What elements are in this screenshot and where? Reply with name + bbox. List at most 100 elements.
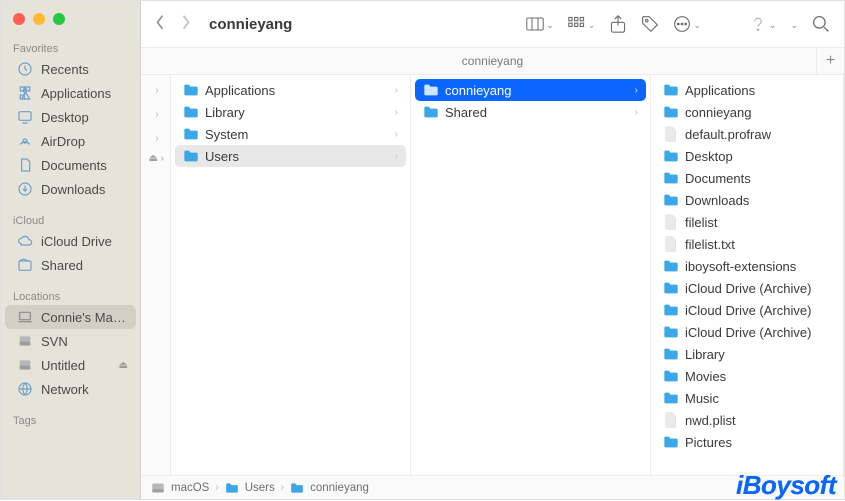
folder-icon (663, 82, 679, 98)
file-label: iCloud Drive (Archive) (685, 325, 811, 340)
file-label: Library (205, 105, 245, 120)
file-row[interactable]: nwd.plist (655, 409, 839, 431)
file-label: Users (205, 149, 239, 164)
sidebar-item-label: Connie's Ma… (41, 310, 128, 325)
file-row[interactable]: iCloud Drive (Archive) (655, 277, 839, 299)
chevron-down-icon: ⌄ (693, 20, 701, 31)
file-row[interactable]: filelist (655, 211, 839, 233)
folder-icon (183, 148, 199, 164)
back-button[interactable] (155, 14, 165, 34)
chevron-right-icon[interactable]: › (148, 81, 166, 99)
file-row[interactable]: iCloud Drive (Archive) (655, 299, 839, 321)
sidebar-item-icloud-drive[interactable]: iCloud Drive (5, 229, 136, 253)
sidebar-item-label: SVN (41, 334, 128, 349)
folder-icon (183, 82, 199, 98)
sidebar-item-applications[interactable]: Applications (5, 81, 136, 105)
sidebar-item-airdrop[interactable]: AirDrop (5, 129, 136, 153)
sidebar-section-title: Tags (1, 411, 140, 429)
help-button[interactable]: ⌄ (749, 15, 777, 33)
folder-icon (663, 346, 679, 362)
file-row[interactable]: Library (655, 343, 839, 365)
file-row[interactable]: Music (655, 387, 839, 409)
file-row[interactable]: connieyang› (415, 79, 646, 101)
sidebar-item-shared[interactable]: Shared (5, 253, 136, 277)
file-row[interactable]: filelist.txt (655, 233, 839, 255)
new-tab-button[interactable]: + (816, 47, 844, 75)
minimize-window-button[interactable] (33, 13, 45, 25)
network-icon (17, 381, 33, 397)
main-area: connieyang ⌄ ⌄ (141, 1, 844, 499)
actions-button[interactable]: ⌄ (673, 15, 701, 33)
sidebar-item-desktop[interactable]: Desktop (5, 105, 136, 129)
applications-icon (17, 85, 33, 101)
sidebar-item-recents[interactable]: Recents (5, 57, 136, 81)
file-row[interactable]: Documents (655, 167, 839, 189)
file-label: filelist.txt (685, 237, 735, 252)
folder-icon (663, 324, 679, 340)
sidebar-section-title: iCloud (1, 211, 140, 229)
path-segment[interactable]: connieyang (310, 482, 369, 494)
zoom-window-button[interactable] (53, 13, 65, 25)
file-row[interactable]: Movies (655, 365, 839, 387)
sidebar-item-downloads[interactable]: Downloads (5, 177, 136, 201)
file-row[interactable]: Applications› (175, 79, 406, 101)
path-segment[interactable]: Users (245, 482, 275, 494)
file-row[interactable]: Desktop (655, 145, 839, 167)
file-label: Applications (685, 83, 755, 98)
folder-icon (663, 280, 679, 296)
share-button[interactable] (609, 15, 627, 33)
sidebar-item-connie-s-ma-[interactable]: Connie's Ma… (5, 305, 136, 329)
file-row[interactable]: default.profraw (655, 123, 839, 145)
file-label: iCloud Drive (Archive) (685, 281, 811, 296)
sidebar-item-documents[interactable]: Documents (5, 153, 136, 177)
file-row[interactable]: Applications (655, 79, 839, 101)
file-label: iboysoft-extensions (685, 259, 796, 274)
chevron-right-icon[interactable]: › (148, 129, 166, 147)
sidebar-item-network[interactable]: Network (5, 377, 136, 401)
sidebar-item-svn[interactable]: SVN (5, 329, 136, 353)
file-icon (663, 126, 679, 142)
tab-bar: connieyang + (141, 47, 844, 75)
sidebar-item-label: Applications (41, 86, 128, 101)
file-row[interactable]: Library› (175, 101, 406, 123)
window-controls (1, 9, 140, 39)
tab-title[interactable]: connieyang (141, 54, 844, 68)
file-row[interactable]: iCloud Drive (Archive) (655, 321, 839, 343)
chevron-down-button[interactable]: ⌄ (790, 19, 798, 30)
file-row[interactable]: Downloads (655, 189, 839, 211)
icloud-icon (17, 233, 33, 249)
file-row[interactable]: System› (175, 123, 406, 145)
path-segment[interactable]: macOS (171, 482, 209, 494)
sidebar-item-label: iCloud Drive (41, 234, 128, 249)
file-label: connieyang (685, 105, 752, 120)
sidebar-item-untitled[interactable]: Untitled⏏ (5, 353, 136, 377)
chevron-down-icon: ⌄ (546, 20, 554, 31)
eject-icon[interactable]: ⏏ › (148, 153, 164, 164)
search-button[interactable] (812, 15, 830, 33)
file-row[interactable]: connieyang (655, 101, 839, 123)
eject-icon[interactable]: ⏏ (119, 360, 128, 371)
chevron-right-icon[interactable]: › (148, 105, 166, 123)
watermark: iBoysoft (736, 470, 836, 501)
folder-icon (663, 368, 679, 384)
close-window-button[interactable] (13, 13, 25, 25)
folder-icon (663, 170, 679, 186)
folder-icon (663, 258, 679, 274)
folder-icon (423, 82, 439, 98)
file-row[interactable]: iboysoft-extensions (655, 255, 839, 277)
sidebar-item-label: Shared (41, 258, 128, 273)
sidebar-item-label: Downloads (41, 182, 128, 197)
group-by-button[interactable]: ⌄ (568, 15, 596, 33)
file-label: Documents (685, 171, 751, 186)
file-row[interactable]: Users› (175, 145, 406, 167)
forward-button[interactable] (181, 14, 191, 34)
disk-icon (151, 481, 165, 495)
file-label: Library (685, 347, 725, 362)
file-row[interactable]: Pictures (655, 431, 839, 453)
desktop-icon (17, 109, 33, 125)
folder-icon (663, 390, 679, 406)
view-mode-button[interactable]: ⌄ (526, 15, 554, 33)
folder-icon (663, 192, 679, 208)
tags-button[interactable] (641, 15, 659, 33)
file-row[interactable]: Shared› (415, 101, 646, 123)
